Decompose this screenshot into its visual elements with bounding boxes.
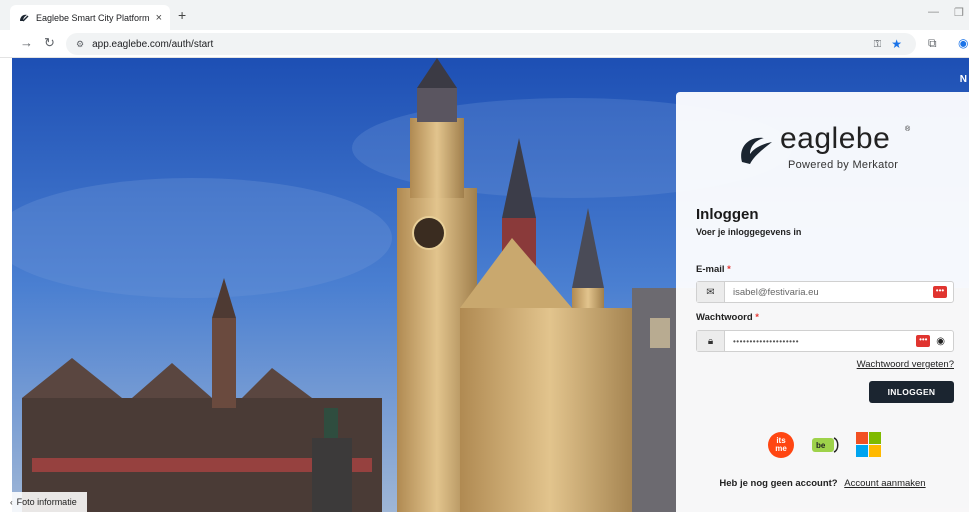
show-password-eye-icon[interactable]: ◉ xyxy=(936,336,945,347)
page-content: N ‹ Foto informatie eaglebe ® Powered by… xyxy=(0,58,969,512)
browser-tab[interactable]: Eaglebe Smart City Platform × xyxy=(10,5,170,30)
forgot-password-link[interactable]: Wachtwoord vergeten? xyxy=(857,359,954,370)
bookmark-star-icon[interactable]: ★ xyxy=(891,37,902,51)
login-subtitle: Voer je inloggegevens in xyxy=(696,227,802,237)
email-label-text: E-mail xyxy=(696,264,725,275)
ms-square-blue xyxy=(855,445,868,457)
ms-square-red xyxy=(855,432,868,444)
photo-info-label: Foto informatie xyxy=(16,497,77,507)
ms-square-yellow xyxy=(868,445,881,457)
login-title: Inloggen xyxy=(696,206,759,223)
maximize-icon[interactable]: ❐ xyxy=(954,6,964,19)
password-manager-icon[interactable]: ••• xyxy=(933,286,947,298)
password-label: Wachtwoord * xyxy=(696,312,759,323)
create-account-link[interactable]: Account aanmaken xyxy=(844,478,925,489)
envelope-icon: ✉ xyxy=(697,282,725,302)
email-required-mark: * xyxy=(727,264,731,275)
site-info-icon[interactable]: ⚙ xyxy=(76,39,84,50)
itsme-line2: me xyxy=(775,444,787,453)
eaglebe-favicon-icon xyxy=(20,14,29,21)
reload-icon[interactable]: ↻ xyxy=(44,35,55,51)
beid-login-icon[interactable]: be xyxy=(810,432,840,458)
register-prompt: Heb je nog geen account? Account aanmake… xyxy=(676,478,969,489)
no-account-text: Heb je nog geen account? xyxy=(719,478,838,489)
tab-close-icon[interactable]: × xyxy=(156,12,162,24)
browser-tab-bar: Eaglebe Smart City Platform × + — ❐ xyxy=(0,0,969,30)
tab-title: Eaglebe Smart City Platform xyxy=(36,12,150,23)
login-button[interactable]: INLOGGEN xyxy=(869,381,954,403)
extensions-icon[interactable]: ⧉ xyxy=(928,36,937,51)
password-value: •••••••••••••••••••• xyxy=(733,336,800,346)
microsoft-login-icon[interactable] xyxy=(855,432,881,458)
password-required-mark: * xyxy=(755,312,759,323)
chevron-left-icon: ‹ xyxy=(10,497,13,507)
url-text: app.eaglebe.com/auth/start xyxy=(92,38,214,50)
minimize-icon[interactable]: — xyxy=(928,6,939,18)
password-field[interactable]: 🔒︎ •••••••••••••••••••• ••• ◉ xyxy=(696,330,954,352)
powered-by-text: Powered by Merkator xyxy=(788,159,899,171)
email-field[interactable]: ✉ isabel@festivaria.eu ••• xyxy=(696,281,954,303)
beid-label: be xyxy=(816,441,826,450)
itsme-login-icon[interactable]: its me xyxy=(768,432,794,458)
new-tab-button[interactable]: + xyxy=(178,7,186,23)
registered-mark: ® xyxy=(905,126,911,133)
corner-letter: N xyxy=(959,74,967,85)
browser-address-bar: → ↻ ⚙ app.eaglebe.com/auth/start ⚿ ★ ⧉ ◉ xyxy=(0,30,969,58)
eaglebe-logo: eaglebe ® Powered by Merkator xyxy=(738,122,918,176)
back-arrow-icon[interactable]: → xyxy=(20,35,33,50)
photo-info-button[interactable]: ‹ Foto informatie xyxy=(0,492,87,512)
login-panel: eaglebe ® Powered by Merkator Inloggen V… xyxy=(676,92,969,512)
brand-name: eaglebe xyxy=(780,122,891,155)
password-label-text: Wachtwoord xyxy=(696,312,753,323)
url-bar[interactable]: ⚙ app.eaglebe.com/auth/start ⚿ ★ xyxy=(66,33,916,55)
eaglebe-mark-icon xyxy=(741,137,772,164)
lock-icon: 🔒︎ xyxy=(697,331,725,351)
ms-square-green xyxy=(868,432,881,444)
password-key-icon[interactable]: ⚿ xyxy=(874,39,882,50)
profile-icon[interactable]: ◉ xyxy=(958,36,968,50)
email-value: isabel@festivaria.eu xyxy=(733,286,819,298)
password-manager-icon[interactable]: ••• xyxy=(916,335,931,347)
email-label: E-mail * xyxy=(696,264,731,275)
